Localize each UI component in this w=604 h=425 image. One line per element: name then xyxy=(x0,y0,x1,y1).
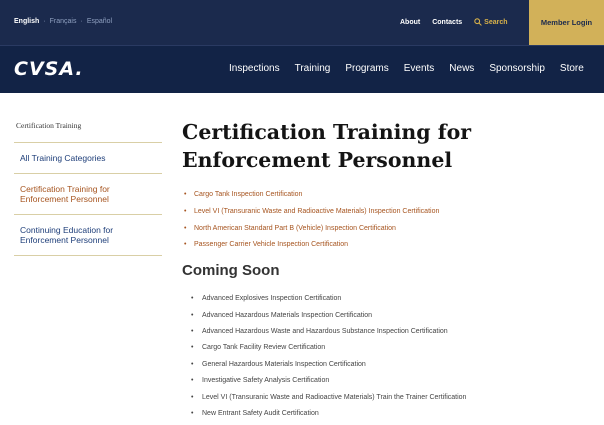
sidebar-heading: Certification Training xyxy=(14,113,162,143)
coming-soon-list: Advanced Explosives Inspection Certifica… xyxy=(182,291,592,423)
lang-separator: · xyxy=(80,18,83,25)
certification-link[interactable]: Passenger Carrier Vehicle Inspection Cer… xyxy=(182,237,592,254)
sidebar-item-all-training[interactable]: All Training Categories xyxy=(14,143,162,174)
list-item: Advanced Hazardous Materials Inspection … xyxy=(182,308,592,325)
nav-programs[interactable]: Programs xyxy=(345,63,388,74)
nav-sponsorship[interactable]: Sponsorship xyxy=(489,63,545,74)
list-item: Level VI (Transuranic Waste and Radioact… xyxy=(182,390,592,407)
utility-bar: English · Français · Español About Conta… xyxy=(0,0,604,45)
nav-menu: Inspections Training Programs Events New… xyxy=(229,63,584,74)
search-icon xyxy=(474,18,482,26)
about-link[interactable]: About xyxy=(400,19,420,26)
language-switcher: English · Français · Español xyxy=(14,18,112,25)
nav-training[interactable]: Training xyxy=(295,63,331,74)
list-item: Cargo Tank Facility Review Certification xyxy=(182,340,592,357)
member-login-button[interactable]: Member Login xyxy=(529,0,604,45)
nav-news[interactable]: News xyxy=(449,63,474,74)
page-title: Certification Training for Enforcement P… xyxy=(182,120,472,172)
sidebar-item-enforcement-certification[interactable]: Certification Training for Enforcement P… xyxy=(14,174,162,215)
list-item: New Entrant Safety Audit Certification xyxy=(182,406,592,423)
lang-french[interactable]: Français xyxy=(50,18,77,25)
certification-link[interactable]: Level VI (Transuranic Waste and Radioact… xyxy=(182,204,592,221)
logo-text: CVSA. xyxy=(14,58,84,80)
cvsa-logo[interactable]: CVSA. xyxy=(14,58,84,80)
sidebar-item-continuing-education[interactable]: Continuing Education for Enforcement Per… xyxy=(14,215,162,256)
nav-inspections[interactable]: Inspections xyxy=(229,63,280,74)
search-link[interactable]: Search xyxy=(474,18,508,26)
certification-list: Cargo Tank Inspection Certification Leve… xyxy=(182,187,592,254)
search-label: Search xyxy=(484,18,508,26)
certification-link[interactable]: North American Standard Part B (Vehicle)… xyxy=(182,221,592,238)
nav-store[interactable]: Store xyxy=(560,63,584,74)
list-item: General Hazardous Materials Inspection C… xyxy=(182,357,592,374)
lang-spanish[interactable]: Español xyxy=(87,18,112,25)
lang-english[interactable]: English xyxy=(14,18,39,25)
sidebar: Certification Training All Training Cate… xyxy=(14,113,162,256)
certification-link[interactable]: Cargo Tank Inspection Certification xyxy=(182,187,592,204)
main-navigation: CVSA. Inspections Training Programs Even… xyxy=(0,45,604,93)
main-content: Certification Training for Enforcement P… xyxy=(182,118,592,423)
contacts-link[interactable]: Contacts xyxy=(432,19,462,26)
utility-links: About Contacts Search xyxy=(400,18,508,26)
coming-soon-heading: Coming Soon xyxy=(182,262,280,280)
list-item: Investigative Safety Analysis Certificat… xyxy=(182,373,592,390)
list-item: Advanced Explosives Inspection Certifica… xyxy=(182,291,592,308)
list-item: Advanced Hazardous Waste and Hazardous S… xyxy=(182,324,592,341)
nav-events[interactable]: Events xyxy=(404,63,435,74)
lang-separator: · xyxy=(43,18,46,25)
